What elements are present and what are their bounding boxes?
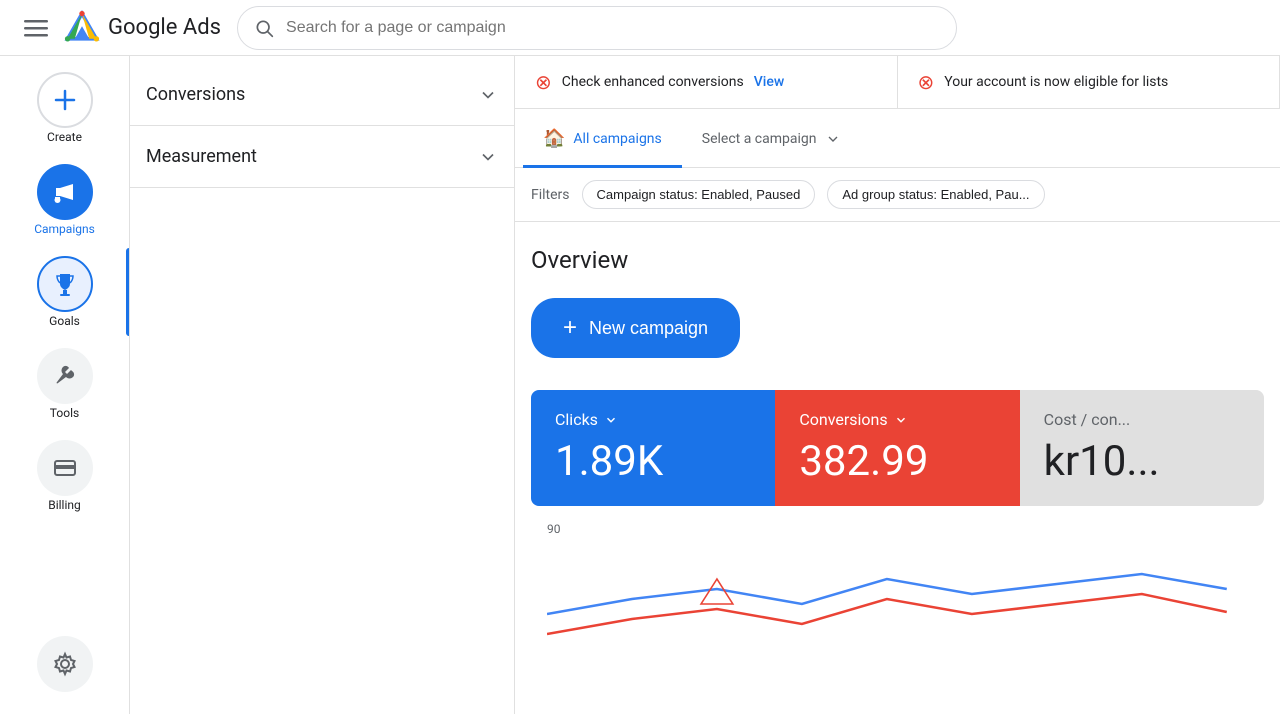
conversions-value: 382.99: [799, 437, 995, 486]
measurement-header[interactable]: Measurement: [146, 126, 498, 187]
tab-chevron-icon: [825, 131, 841, 147]
clicks-dropdown-icon[interactable]: [604, 413, 618, 427]
filters-bar: Filters Campaign status: Enabled, Paused…: [515, 168, 1280, 222]
cost-value: kr10...: [1044, 437, 1240, 486]
sidebar-tools-label: Tools: [50, 406, 79, 420]
conversions-chart-line: [547, 594, 1227, 634]
metric-card-clicks: Clicks 1.89K: [531, 390, 775, 506]
plus-icon: [51, 86, 79, 114]
main-content: 🏠 All campaigns Select a campaign Filter…: [515, 56, 1280, 714]
conversions-chevron-icon: [478, 85, 498, 105]
chart-y-label: 90: [547, 522, 1248, 536]
settings-icon-circle: [37, 636, 93, 692]
conversions-dropdown-icon[interactable]: [894, 413, 908, 427]
settings-gear-icon: [51, 650, 79, 678]
measurement-section: Measurement: [130, 126, 514, 188]
warning-icon-2: ⊗: [918, 70, 935, 94]
left-panel: Conversions Measurement: [130, 56, 515, 714]
google-ads-logo-icon: [64, 10, 100, 46]
conversions-title: Conversions: [146, 84, 245, 105]
warning-icon: ⊗: [535, 70, 552, 94]
search-input[interactable]: [286, 19, 940, 37]
app-title: Google Ads: [108, 15, 221, 40]
filters-label: Filters: [531, 187, 570, 203]
tab-all-campaigns-label: All campaigns: [573, 131, 661, 147]
conversions-section: Conversions: [130, 64, 514, 126]
tab-all-campaigns[interactable]: 🏠 All campaigns: [523, 112, 682, 168]
tools-icon: [51, 362, 79, 390]
measurement-title: Measurement: [146, 146, 257, 167]
billing-icon-circle: [37, 440, 93, 496]
tabs-bar: 🏠 All campaigns Select a campaign: [515, 112, 1280, 168]
notif-text-1: Check enhanced conversions: [562, 74, 744, 90]
create-icon-circle: [37, 72, 93, 128]
notif-view-link[interactable]: View: [754, 74, 785, 90]
conversions-metric-label: Conversions: [799, 410, 995, 429]
logo: Google Ads: [64, 10, 221, 46]
tab-select-campaign-label: Select a campaign: [702, 131, 817, 147]
chart-area: 90: [531, 506, 1264, 684]
sidebar-item-create[interactable]: Create: [0, 64, 129, 152]
clicks-value: 1.89K: [555, 437, 751, 486]
home-icon: 🏠: [543, 128, 565, 149]
clicks-chart-line: [547, 574, 1227, 614]
clicks-label: Clicks: [555, 410, 751, 429]
sidebar-item-settings[interactable]: [0, 628, 129, 710]
overview-section: Overview + New campaign Clicks 1.89K Con…: [515, 222, 1280, 708]
sidebar-create-label: Create: [47, 130, 82, 144]
notifications-banner: ⊗ Check enhanced conversions View ⊗ Your…: [515, 56, 1280, 109]
menu-icon[interactable]: [16, 8, 56, 48]
new-campaign-plus-icon: +: [563, 314, 577, 342]
metrics-row: Clicks 1.89K Conversions 382.99: [531, 390, 1264, 506]
sidebar-item-goals[interactable]: Goals: [0, 248, 129, 336]
filter-adgroup-status[interactable]: Ad group status: Enabled, Pau...: [827, 180, 1044, 209]
sidebar: Create Campaigns Goals: [0, 56, 130, 714]
sidebar-item-campaigns[interactable]: Campaigns: [0, 156, 129, 244]
campaigns-icon: [51, 178, 79, 206]
notification-enhanced-conversions: ⊗ Check enhanced conversions View: [515, 56, 898, 108]
notification-account-eligible: ⊗ Your account is now eligible for lists: [898, 56, 1280, 108]
new-campaign-label: New campaign: [589, 318, 708, 339]
cost-label: Cost / con...: [1044, 410, 1240, 429]
metric-card-cost: Cost / con... kr10...: [1020, 390, 1264, 506]
goals-trophy-icon: [51, 270, 79, 298]
measurement-chevron-icon: [478, 147, 498, 167]
conversions-header[interactable]: Conversions: [146, 64, 498, 125]
billing-icon: [51, 454, 79, 482]
sidebar-item-tools[interactable]: Tools: [0, 340, 129, 428]
notif-text-2: Your account is now eligible for lists: [944, 74, 1168, 90]
overview-chart: [547, 544, 1248, 664]
sidebar-campaigns-label: Campaigns: [34, 222, 95, 236]
tab-select-campaign[interactable]: Select a campaign: [682, 112, 861, 168]
metric-card-conversions: Conversions 382.99: [775, 390, 1019, 506]
new-campaign-button[interactable]: + New campaign: [531, 298, 740, 358]
search-icon: [254, 18, 274, 38]
sidebar-goals-label: Goals: [49, 314, 80, 328]
tools-icon-circle: [37, 348, 93, 404]
search-bar[interactable]: [237, 6, 957, 50]
goals-icon-circle: [37, 256, 93, 312]
overview-title: Overview: [531, 246, 1264, 274]
active-indicator: [126, 248, 129, 336]
campaigns-icon-circle: [37, 164, 93, 220]
header: Google Ads: [0, 0, 1280, 56]
sidebar-item-billing[interactable]: Billing: [0, 432, 129, 520]
filter-campaign-status[interactable]: Campaign status: Enabled, Paused: [582, 180, 816, 209]
sidebar-billing-label: Billing: [48, 498, 81, 512]
